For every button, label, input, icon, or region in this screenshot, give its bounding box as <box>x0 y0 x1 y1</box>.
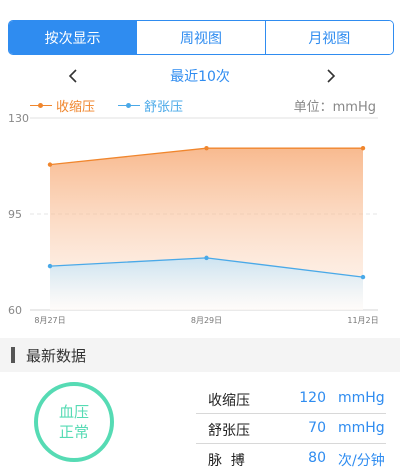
reading-label: 收缩压 <box>208 393 250 409</box>
y-tick-label: 130 <box>8 112 29 125</box>
systolic-point-2 <box>360 145 366 151</box>
section-marker <box>11 347 15 363</box>
chevron-right-icon[interactable] <box>320 65 342 87</box>
bp-status-line2: 正常 <box>58 423 89 441</box>
reading-unit: 次/分钟 <box>338 453 385 469</box>
reading-unit: mmHg <box>338 420 385 436</box>
view-mode-segmented-control: 按次显示 周视图 月视图 <box>8 20 394 55</box>
latest-readings: 收缩压 120 mmHg 舒张压 70 mmHg 脉 搏 80 次/分钟 <box>196 384 386 474</box>
reading-row-systolic: 收缩压 120 mmHg <box>196 384 386 414</box>
reading-unit: mmHg <box>338 390 385 406</box>
diastolic-point-2 <box>360 274 366 280</box>
tab-week-view[interactable]: 周视图 <box>136 21 265 54</box>
reading-label: 舒张压 <box>208 423 250 439</box>
period-title: 最近10次 <box>170 69 230 85</box>
chevron-left-icon[interactable] <box>62 65 84 87</box>
y-tick-label: 95 <box>8 208 22 221</box>
latest-data-title: 最新数据 <box>26 346 87 365</box>
latest-data-header: 最新数据 <box>0 338 400 372</box>
systolic-point-1 <box>204 145 209 151</box>
x-tick-label: 8月27日 <box>34 316 65 325</box>
reading-value: 120 <box>299 390 326 406</box>
blood-pressure-chart: 130 95 60 8月27日 8月29日 11月2日 <box>8 112 379 325</box>
x-tick-label: 8月29日 <box>191 316 222 325</box>
x-tick-label: 11月2日 <box>347 316 378 325</box>
reading-label: 脉 搏 <box>208 453 245 469</box>
diastolic-point-0 <box>47 263 53 269</box>
bp-status-badge: 血压 正常 <box>34 382 114 462</box>
tab-by-record[interactable]: 按次显示 <box>9 21 137 54</box>
systolic-point-0 <box>47 162 53 167</box>
period-navigator: 最近10次 <box>0 62 400 90</box>
y-tick-label: 60 <box>8 304 22 317</box>
reading-value: 80 <box>308 450 326 466</box>
bp-status-line1: 血压 <box>58 403 89 421</box>
reading-value: 70 <box>308 420 326 436</box>
reading-row-pulse: 脉 搏 80 次/分钟 <box>196 444 386 474</box>
tab-month-view[interactable]: 月视图 <box>264 21 393 54</box>
diastolic-point-1 <box>204 255 209 261</box>
reading-row-diastolic: 舒张压 70 mmHg <box>196 414 386 444</box>
